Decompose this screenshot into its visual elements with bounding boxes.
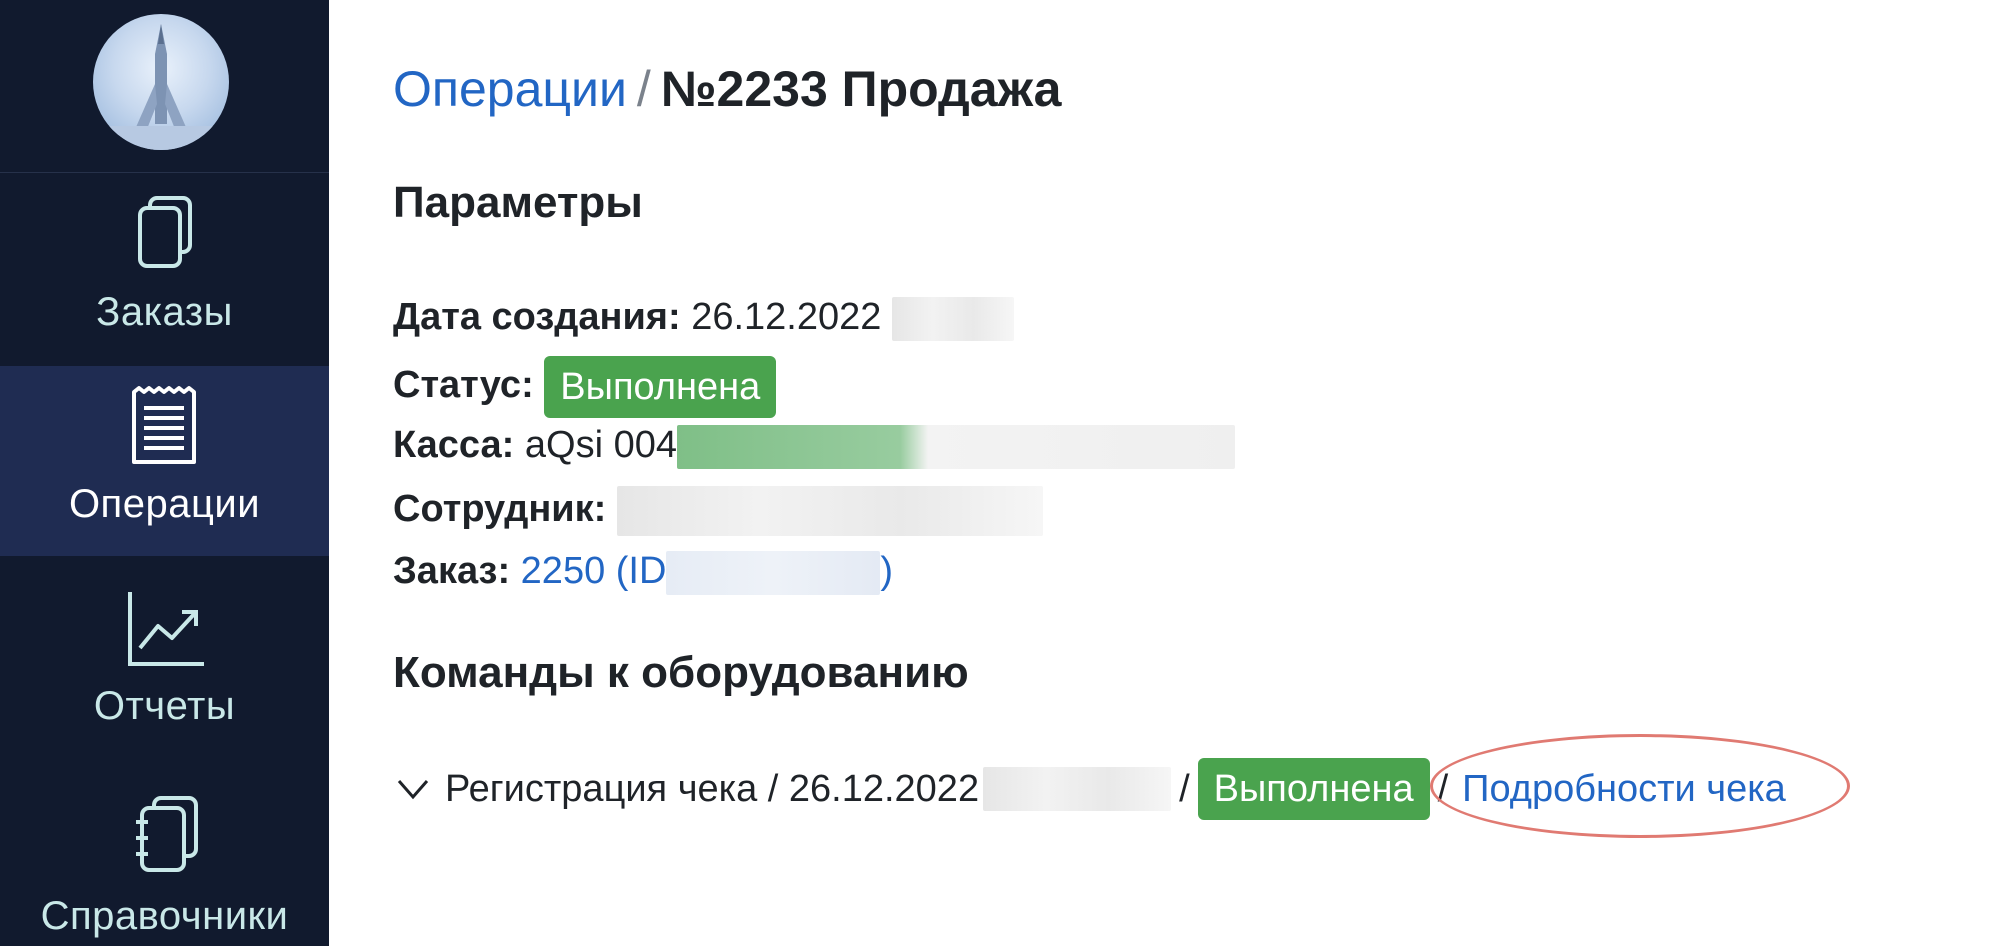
sidebar-item-label: Операции [68, 482, 261, 526]
order-link-end: ) [880, 550, 894, 592]
breadcrumb-operations-link[interactable]: Операции [393, 61, 627, 117]
notebook-icon [135, 796, 198, 872]
order-link-text: 2250 (ID [520, 550, 667, 592]
status-row: Статус: Выполнена [393, 356, 777, 418]
sidebar-header [0, 0, 329, 173]
sidebar-item-label: Справочники [40, 894, 289, 938]
employee-label: Сотрудник: [393, 488, 607, 530]
sidebar-item-label: Заказы [96, 290, 233, 334]
commands-section-title: Команды к оборудованию [393, 648, 969, 697]
orders-icon [137, 196, 192, 268]
breadcrumb-separator: / [636, 61, 651, 117]
rocket-logo-icon [93, 24, 229, 150]
redacted-time [891, 296, 1014, 341]
register-label: Касса: [393, 424, 515, 466]
employee-row: Сотрудник: [393, 484, 1043, 536]
sidebar-item-reports[interactable]: Отчеты [0, 566, 329, 756]
command-separator: / [1179, 767, 1190, 810]
params-section-title: Параметры [393, 178, 643, 227]
order-row: Заказ: 2250 (ID) [393, 546, 893, 596]
receipt-details-link[interactable]: Подробности чека [1462, 768, 1786, 810]
page-title: №2233 Продажа [660, 61, 1062, 117]
redacted-employee-name [616, 485, 1043, 536]
redacted-order-id [666, 550, 881, 595]
breadcrumb: Операции / №2233 Продажа [393, 60, 1061, 118]
sidebar: Заказы Операции Отчеты Справочники [0, 0, 329, 946]
created-date-value: 26.12.2022 [691, 296, 882, 338]
sidebar-item-operations[interactable]: Операции [0, 366, 329, 556]
sidebar-item-label: Отчеты [93, 684, 236, 728]
order-label: Заказ: [393, 550, 511, 592]
sidebar-item-orders[interactable]: Заказы [0, 174, 329, 364]
avatar[interactable] [93, 14, 229, 150]
command-row: Регистрация чека / 26.12.2022 / Выполнен… [393, 733, 1851, 838]
chart-icon [127, 592, 204, 666]
command-label: Регистрация чека / 26.12.2022 [445, 767, 980, 810]
redacted-command-time [983, 767, 1172, 811]
created-date-label: Дата создания: [393, 296, 681, 338]
redacted-register-id [676, 424, 1235, 469]
chevron-down-icon[interactable] [393, 769, 433, 809]
register-row: Касса: aQsi 004 [393, 420, 1235, 470]
created-date-row: Дата создания: 26.12.2022 [393, 292, 1014, 342]
register-value: aQsi 004 [524, 424, 677, 466]
command-status-badge: Выполнена [1197, 758, 1430, 820]
status-badge: Выполнена [544, 356, 777, 418]
receipt-icon [131, 386, 196, 464]
status-label: Статус: [393, 364, 534, 407]
command-separator-2: / [1437, 767, 1449, 810]
sidebar-item-directories[interactable]: Справочники [0, 770, 329, 946]
receipt-details-wrapper: Подробности чека [1430, 733, 1851, 838]
order-link[interactable]: 2250 (ID) [520, 550, 894, 595]
